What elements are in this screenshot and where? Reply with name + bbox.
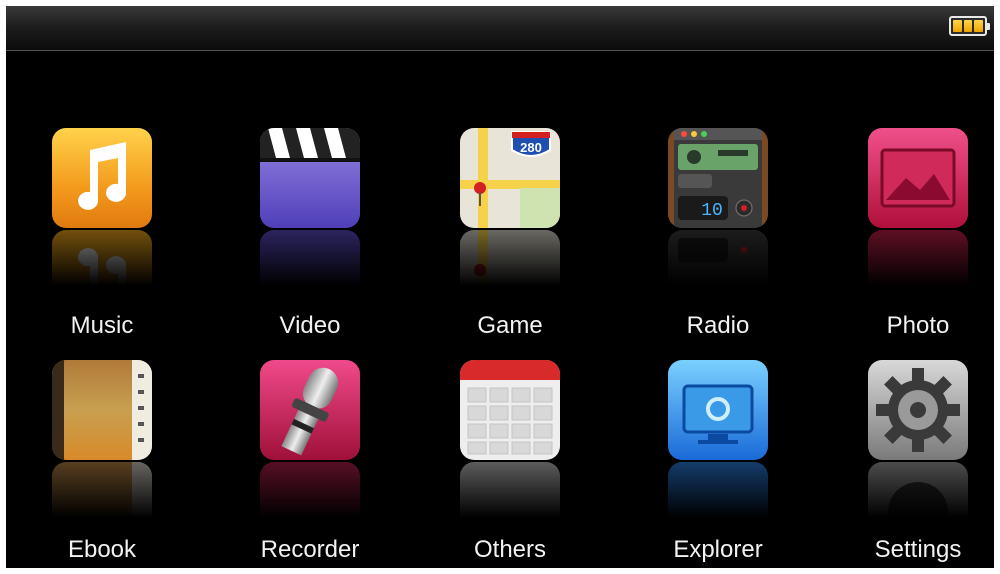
app-video[interactable]: Video (230, 128, 390, 348)
gear-icon (868, 360, 968, 460)
app-music[interactable]: Music (22, 128, 182, 348)
monitor-icon (668, 360, 768, 460)
app-ebook[interactable]: Ebook (22, 360, 182, 568)
clapperboard-icon (260, 128, 360, 228)
map-sign-text: 280 (520, 140, 542, 155)
app-label: Settings (874, 536, 962, 563)
app-others[interactable]: Others (430, 360, 590, 568)
app-settings[interactable]: Settings (838, 360, 994, 568)
app-label: Others (473, 536, 547, 563)
app-label: Photo (886, 312, 950, 339)
app-radio[interactable]: 10 Radio (638, 128, 798, 348)
app-game[interactable]: 280 Game (430, 128, 590, 348)
music-note-icon (52, 128, 152, 228)
app-label: Video (279, 312, 341, 339)
radio-display-text: 10 (701, 201, 723, 221)
app-label: Radio (686, 312, 750, 339)
app-label: Music (70, 312, 134, 339)
status-bar (6, 6, 994, 51)
book-icon (52, 360, 152, 460)
radio-icon: 10 (668, 128, 768, 228)
photo-icon (868, 128, 968, 228)
app-explorer[interactable]: Explorer (638, 360, 798, 568)
app-label: Ebook (67, 536, 137, 563)
app-recorder[interactable]: Recorder (230, 360, 390, 568)
app-label: Recorder (260, 536, 360, 563)
home-screen: Music Video 280 Game 10 Radio Photo Eboo… (6, 6, 994, 568)
app-label: Game (477, 312, 543, 339)
microphone-icon (260, 360, 360, 460)
app-photo[interactable]: Photo (838, 128, 994, 348)
battery-full-icon (949, 16, 990, 36)
calendar-icon (460, 360, 560, 460)
map-icon: 280 (460, 128, 560, 228)
app-label: Explorer (673, 536, 763, 563)
app-grid: Music Video 280 Game 10 Radio Photo Eboo… (6, 50, 994, 568)
